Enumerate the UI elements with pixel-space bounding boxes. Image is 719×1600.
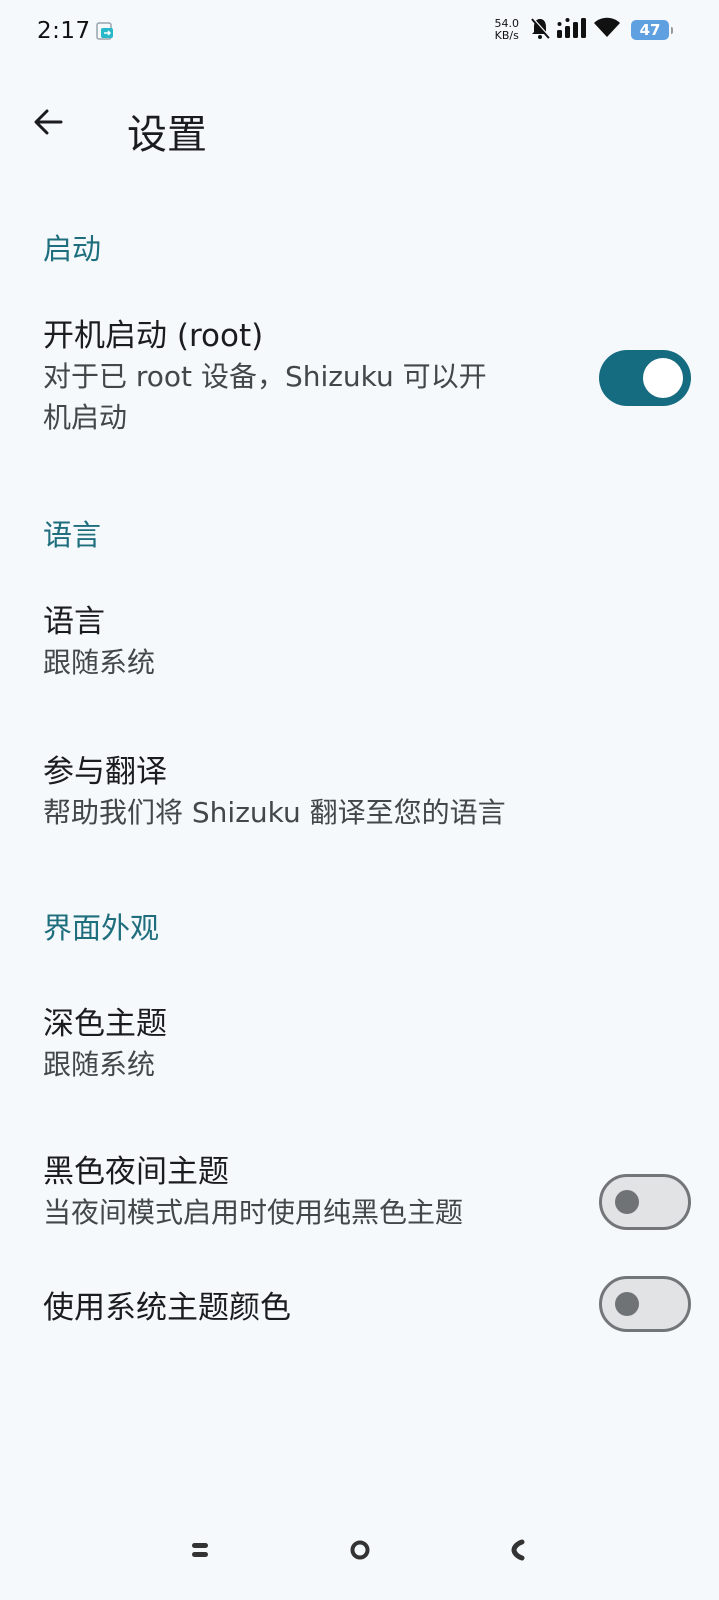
pref-translate[interactable]: 参与翻译 帮助我们将 Shizuku 翻译至您的语言 — [0, 730, 719, 860]
pref-summary: 跟随系统 — [43, 1048, 156, 1081]
back-icon — [509, 1539, 527, 1565]
pref-title: 黑色夜间主题 — [43, 1154, 229, 1190]
status-bar: 2:17 54.0 KB/s 47 — [0, 0, 719, 64]
pref-title: 语言 — [43, 604, 105, 640]
system-colors-switch[interactable] — [599, 1276, 691, 1332]
section-header-language: 语言 — [43, 518, 102, 552]
signal-icon — [557, 17, 587, 43]
system-back-button[interactable] — [498, 1532, 538, 1572]
recents-icon — [190, 1541, 210, 1563]
net-speed-unit: KB/s — [494, 29, 519, 42]
pref-title: 深色主题 — [43, 1006, 167, 1042]
pref-summary-line: 机启动 — [43, 401, 128, 434]
pref-boot-start[interactable]: 开机启动 (root) 对于已 root 设备，Shizuku 可以开 机启动 — [0, 290, 719, 460]
back-button[interactable] — [24, 100, 72, 148]
navigation-bar — [0, 1520, 719, 1590]
pref-title: 参与翻译 — [43, 754, 167, 790]
pref-black-night-theme[interactable]: 黑色夜间主题 当夜间模式启用时使用纯黑色主题 — [0, 1130, 719, 1260]
pref-system-colors[interactable]: 使用系统主题颜色 — [0, 1276, 719, 1366]
section-header-startup: 启动 — [43, 232, 102, 266]
switch-thumb — [615, 1292, 639, 1316]
section-header-appearance: 界面外观 — [43, 911, 160, 945]
boot-start-switch[interactable] — [599, 350, 691, 406]
home-button[interactable] — [340, 1532, 380, 1572]
wifi-icon — [593, 17, 621, 43]
status-time: 2:17 — [37, 18, 91, 44]
arrow-back-icon — [32, 106, 64, 142]
app-bar: 设置 — [0, 80, 719, 170]
pref-summary: 对于已 root 设备，Shizuku 可以开 机启动 — [43, 356, 487, 438]
home-icon — [349, 1539, 371, 1565]
pref-title: 开机启动 (root) — [43, 318, 264, 354]
battery-icon: 47 — [631, 20, 673, 40]
pref-summary: 帮助我们将 Shizuku 翻译至您的语言 — [43, 796, 506, 829]
pref-dark-theme[interactable]: 深色主题 跟随系统 — [0, 982, 719, 1112]
pref-summary-line: 对于已 root 设备，Shizuku 可以开 — [43, 360, 487, 393]
battery-level: 47 — [639, 21, 661, 39]
switch-thumb — [643, 358, 683, 398]
switch-thumb — [615, 1190, 639, 1214]
pref-summary: 当夜间模式启用时使用纯黑色主题 — [43, 1196, 464, 1229]
app-notification-icon — [96, 22, 114, 42]
pref-title: 使用系统主题颜色 — [43, 1290, 291, 1326]
network-speed: 54.0 KB/s — [495, 18, 520, 42]
recents-button[interactable] — [180, 1532, 220, 1572]
page-title: 设置 — [127, 112, 207, 158]
pref-language[interactable]: 语言 跟随系统 — [0, 580, 719, 710]
black-night-theme-switch[interactable] — [599, 1174, 691, 1230]
silent-bell-icon — [529, 16, 551, 44]
pref-summary: 跟随系统 — [43, 646, 156, 679]
